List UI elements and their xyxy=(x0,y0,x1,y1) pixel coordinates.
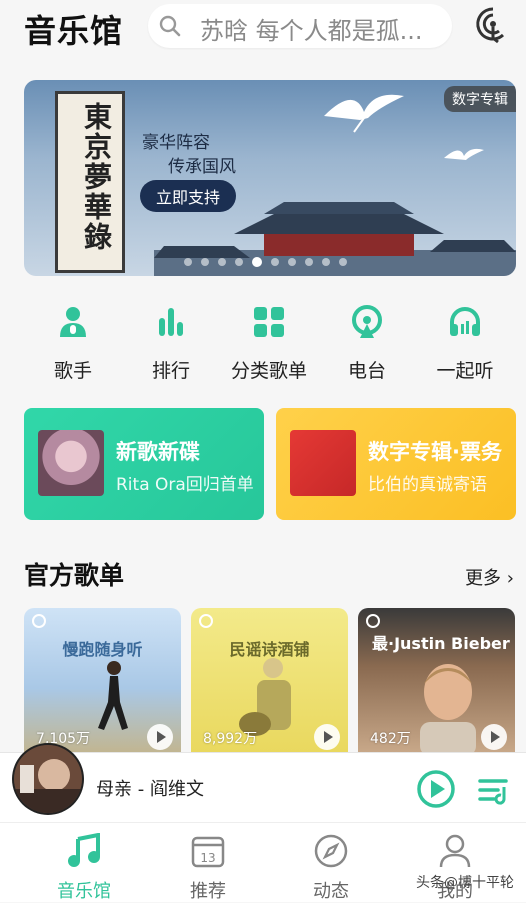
play-count: 8,992万 xyxy=(203,731,258,747)
official-tag-icon xyxy=(366,614,380,628)
more-label: 更多 xyxy=(465,568,502,589)
card-subtitle: Rita Ora回归首单 xyxy=(116,475,254,495)
category-radio[interactable]: 电台 xyxy=(318,304,416,383)
category-singer[interactable]: 歌手 xyxy=(24,304,122,383)
carousel-dot[interactable] xyxy=(201,258,209,266)
play-count: 482万 xyxy=(370,731,411,747)
chart-icon xyxy=(159,308,183,336)
support-button[interactable]: 立即支持 xyxy=(140,180,237,212)
card-title: 数字专辑·票务 xyxy=(368,440,502,464)
album-scroll: 東京夢華錄 xyxy=(58,94,122,270)
play-icon[interactable] xyxy=(147,724,173,750)
chevron-right-icon: › xyxy=(506,568,514,589)
carousel-dot[interactable] xyxy=(184,258,192,266)
playlist-card[interactable]: 慢跑随身听 7,105万 xyxy=(24,608,181,754)
category-label: 歌手 xyxy=(53,360,92,382)
official-tag-icon xyxy=(32,614,46,628)
now-playing-cover[interactable] xyxy=(14,745,82,813)
carousel-dot[interactable] xyxy=(339,258,347,266)
category-nav: 歌手 排行 分类歌单 电台 一起听 xyxy=(24,304,516,384)
playlist-name: 最·Justin Bieber xyxy=(372,634,510,653)
album-cover xyxy=(290,430,356,496)
crane-icon xyxy=(324,94,404,133)
carousel-dot[interactable] xyxy=(305,258,313,266)
mini-player[interactable]: 母亲 - 阎维文 xyxy=(0,745,526,823)
header: 音乐馆 苏晗 每个人都是孤... xyxy=(0,0,526,60)
tab-recommend[interactable]: 13 推荐 xyxy=(158,833,258,903)
cover-art xyxy=(14,745,82,813)
playlist-name: 慢跑随身听 xyxy=(62,640,143,659)
user-icon xyxy=(439,834,471,868)
now-playing-title: 母亲 - 阎维文 xyxy=(96,779,204,800)
runner-illustration xyxy=(98,661,128,730)
album-title: 東京夢華錄 xyxy=(80,102,113,252)
section-title: 官方歌单 xyxy=(24,561,125,590)
carousel-dot[interactable] xyxy=(288,258,296,266)
carousel-dot[interactable] xyxy=(218,258,226,266)
play-icon[interactable] xyxy=(314,724,340,750)
tab-feed[interactable]: 动态 xyxy=(281,833,381,903)
artist-photo xyxy=(420,664,476,754)
page-title: 音乐馆 xyxy=(24,12,124,50)
carousel-dot[interactable] xyxy=(235,258,243,266)
crane-icon xyxy=(444,148,484,160)
search-icon xyxy=(159,15,181,37)
music-note-icon xyxy=(68,833,100,867)
singer-icon xyxy=(60,307,86,337)
official-tag-icon xyxy=(199,614,213,628)
grid-icon xyxy=(254,307,284,337)
compass-icon xyxy=(314,834,348,868)
search-bar[interactable]: 苏晗 每个人都是孤... xyxy=(148,4,452,48)
calendar-icon: 13 xyxy=(191,836,225,868)
card-subtitle: 比伯的真诚寄语 xyxy=(368,475,487,495)
album-cover xyxy=(38,430,104,496)
headphone-icon xyxy=(450,307,480,336)
digital-album-card[interactable]: 数字专辑·票务 比伯的真诚寄语 xyxy=(276,408,516,520)
category-label: 排行 xyxy=(151,360,190,382)
category-rank[interactable]: 排行 xyxy=(122,304,220,383)
search-placeholder: 苏晗 每个人都是孤... xyxy=(200,17,423,45)
playlist-card[interactable]: 民谣诗酒铺 8,992万 xyxy=(191,608,348,754)
category-listen-together[interactable]: 一起听 xyxy=(416,304,514,383)
category-label: 分类歌单 xyxy=(230,360,307,382)
category-playlist[interactable]: 分类歌单 xyxy=(220,304,318,383)
promo-banner[interactable]: 数字专辑 東京夢華錄 豪华阵容 传承国风 立即支持 xyxy=(24,80,516,276)
playlist-queue-icon[interactable] xyxy=(478,773,512,807)
tab-label: 音乐馆 xyxy=(57,881,111,902)
new-releases-card[interactable]: 新歌新碟 Rita Ora回归首单 xyxy=(24,408,264,520)
banner-line-1: 豪华阵容 xyxy=(142,133,210,153)
carousel-dot[interactable] xyxy=(252,257,262,267)
play-icon[interactable] xyxy=(481,724,507,750)
carousel-dot[interactable] xyxy=(271,258,279,266)
calendar-day: 13 xyxy=(200,851,215,865)
tab-music-hall[interactable]: 音乐馆 xyxy=(34,833,134,903)
carousel-dots xyxy=(184,257,347,267)
carousel-dot[interactable] xyxy=(322,258,330,266)
more-link[interactable]: 更多 › xyxy=(465,564,514,590)
radio-icon xyxy=(352,305,382,338)
tab-mine[interactable]: 我的 xyxy=(405,833,505,903)
tab-label: 动态 xyxy=(313,881,349,902)
digital-album-badge: 数字专辑 xyxy=(444,86,516,112)
category-label: 电台 xyxy=(347,360,386,382)
music-recognition-icon[interactable] xyxy=(474,6,512,44)
tab-label: 推荐 xyxy=(190,881,226,902)
playlist-card[interactable]: 最·Justin Bieber 482万 xyxy=(358,608,515,754)
watermark: 头条@博十平轮 xyxy=(416,875,514,891)
play-button[interactable] xyxy=(416,769,456,809)
category-label: 一起听 xyxy=(436,360,494,382)
card-title: 新歌新碟 xyxy=(116,440,200,464)
banner-line-2: 传承国风 xyxy=(168,157,236,177)
